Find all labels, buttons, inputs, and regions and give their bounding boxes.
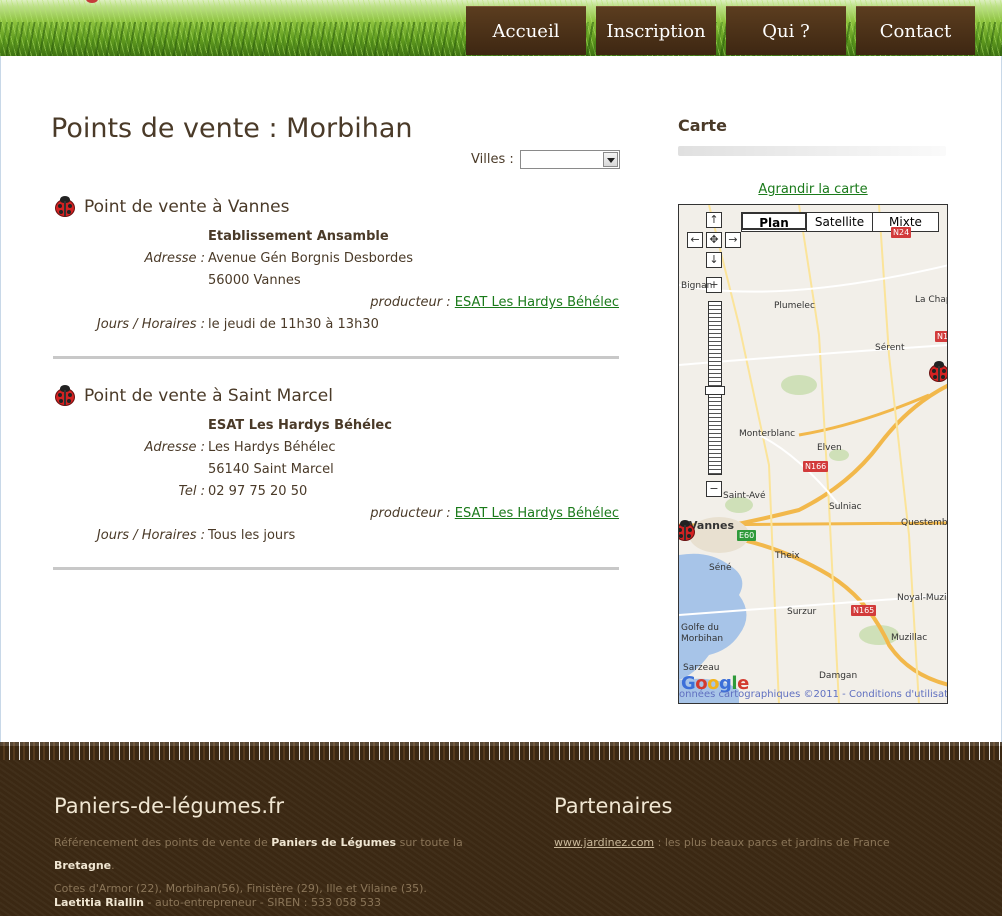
jours-label: Jours / Horaires : — [96, 317, 205, 332]
producteur: producteur : ESAT Les Hardys Béhélec — [370, 503, 619, 525]
footer-partners-title: Partenaires — [554, 794, 673, 818]
footer-owner-name: Laetitia Riallin — [54, 896, 145, 909]
pv-header: Point de vente à Vannes — [53, 196, 619, 218]
zoom-out-icon[interactable]: − — [706, 481, 722, 497]
pv-header: Point de vente à Saint Marcel — [53, 385, 619, 407]
separator — [53, 356, 619, 359]
tel-label: Tel : — [178, 484, 205, 499]
nav-accueil[interactable]: Accueil — [466, 6, 586, 55]
nav-qui[interactable]: Qui ? — [726, 6, 846, 55]
footer-site-title: Paniers-de-légumes.fr — [54, 794, 285, 818]
pv-title: Point de vente à Saint Marcel — [84, 386, 333, 406]
map-type-satellite[interactable]: Satellite — [806, 213, 872, 231]
villes-filter: Villes : — [471, 150, 620, 169]
pv-etablissement: Etablissement Ansamble — [208, 229, 389, 244]
pan-up-icon[interactable]: ↑ — [706, 212, 722, 228]
map-label-questembert: Questemb — [901, 518, 948, 528]
map-label-sulniac: Sulniac — [829, 502, 862, 512]
map-label-monterblanc: Monterblanc — [739, 429, 796, 439]
map-label-golfe: Golfe du Morbihan — [681, 623, 724, 644]
map-type-plan[interactable]: Plan — [741, 212, 807, 230]
separator — [53, 567, 619, 570]
map-label-damgan: Damgan — [819, 671, 858, 681]
map-label-noyal-muzillac: Noyal-Muzill — [897, 593, 948, 603]
map-label-sene: Séné — [709, 563, 732, 573]
footer-desc-bold: Bretagne — [54, 859, 112, 872]
pan-down-icon[interactable]: ↓ — [706, 252, 722, 268]
ladybug-icon — [53, 196, 77, 218]
map-label-saint-ave: Saint-Avé — [723, 491, 766, 501]
road-badge-n166: N166 — [803, 461, 829, 472]
adresse-line2: 56000 Vannes — [208, 273, 301, 288]
zoom-slider-handle[interactable] — [705, 386, 725, 395]
point-de-vente-saint-marcel: Point de vente à Saint Marcel ESAT Les H… — [53, 385, 619, 547]
header: Accueil Inscription Qui ? Contact — [0, 0, 1002, 56]
adresse-label: Adresse : — [144, 251, 205, 266]
footer-partner: www.jardinez.com : les plus beaux parcs … — [554, 831, 890, 854]
road-badge-n1: N1 — [935, 331, 947, 342]
map-label-theix: Theix — [775, 551, 800, 561]
producteur-label: producteur : — [370, 295, 451, 310]
footer-desc-text: . — [111, 859, 115, 872]
footer-desc-text: sur toute la — [396, 836, 463, 849]
road-badge-e60: E60 — [737, 530, 757, 541]
carte-title: Carte — [678, 116, 727, 135]
partner-desc: : les plus beaux parcs et jardins de Fra… — [654, 836, 890, 849]
road-badge-n24: N24 — [891, 227, 912, 238]
producteur: producteur : ESAT Les Hardys Béhélec — [370, 292, 619, 314]
footer: Paniers-de-légumes.fr Référencement des … — [0, 742, 1002, 916]
adresse-line1: Les Hardys Béhélec — [208, 440, 336, 455]
pan-left-icon[interactable]: ← — [687, 232, 703, 248]
nav-contact[interactable]: Contact — [856, 6, 975, 55]
agrandir-carte-link[interactable]: Agrandir la carte — [678, 182, 948, 197]
carte-divider — [678, 146, 946, 156]
adresse-line1: Avenue Gén Borgnis Desbordes — [208, 251, 413, 266]
map-label-surzur: Surzur — [787, 607, 817, 617]
road-badge-n165: N165 — [851, 605, 877, 616]
page-title: Points de vente : Morbihan — [51, 113, 413, 144]
adresse-label: Adresse : — [144, 440, 205, 455]
map-label-sarzeau: Sarzeau — [683, 663, 720, 673]
producteur-label: producteur : — [370, 506, 451, 521]
footer-owner: Laetitia Riallin - auto-entrepreneur - S… — [54, 891, 381, 914]
tel-value: 02 97 75 20 50 — [208, 484, 308, 499]
footer-desc-bold: Paniers de Légumes — [271, 836, 397, 849]
map-credit[interactable]: onnées cartographiques ©2011 - Condition… — [679, 689, 947, 700]
map-label-elven: Elven — [817, 443, 842, 453]
pan-right-icon[interactable]: → — [725, 232, 741, 248]
footer-edge — [0, 742, 1002, 760]
chevron-down-icon[interactable] — [602, 152, 618, 167]
map-marker-vannes[interactable] — [679, 520, 697, 542]
villes-label: Villes : — [471, 152, 514, 167]
footer-owner-info: - auto-entrepreneur - SIREN : 533 058 53… — [144, 896, 381, 909]
map-label-serent: Sérent — [875, 343, 905, 353]
main-nav: Accueil Inscription Qui ? Contact — [466, 6, 975, 55]
producteur-link[interactable]: ESAT Les Hardys Béhélec — [455, 506, 619, 521]
map-label-bignan: Bignan — [681, 281, 713, 291]
pv-title: Point de vente à Vannes — [84, 197, 290, 217]
villes-select[interactable] — [519, 150, 620, 169]
google-map[interactable]: Plan Satellite Mixte ↑ ← ✥ → ↓ + − Bigna… — [678, 204, 948, 704]
partner-link[interactable]: www.jardinez.com — [554, 836, 654, 849]
map-marker-saint-marcel[interactable] — [927, 361, 947, 383]
map-label-la-chap: La Chap — [915, 295, 948, 305]
jours-label: Jours / Horaires : — [96, 528, 205, 543]
nav-inscription[interactable]: Inscription — [596, 6, 716, 55]
adresse-line2: 56140 Saint Marcel — [208, 462, 334, 477]
pv-etablissement: ESAT Les Hardys Béhélec — [208, 418, 392, 433]
producteur-link[interactable]: ESAT Les Hardys Béhélec — [455, 295, 619, 310]
footer-description: Référencement des points de vente de Pan… — [54, 831, 524, 900]
jours-value: Tous les jours — [208, 528, 296, 543]
pan-center-icon[interactable]: ✥ — [706, 232, 722, 248]
left-border — [0, 56, 1, 756]
map-label-muzillac: Muzillac — [891, 633, 928, 643]
footer-desc-text: Référencement des points de vente de — [54, 836, 272, 849]
jours-value: le jeudi de 11h30 à 13h30 — [208, 317, 379, 332]
point-de-vente-vannes: Point de vente à Vannes Etablissement An… — [53, 196, 619, 336]
map-label-plumelec: Plumelec — [774, 301, 815, 311]
ladybug-icon — [53, 385, 77, 407]
